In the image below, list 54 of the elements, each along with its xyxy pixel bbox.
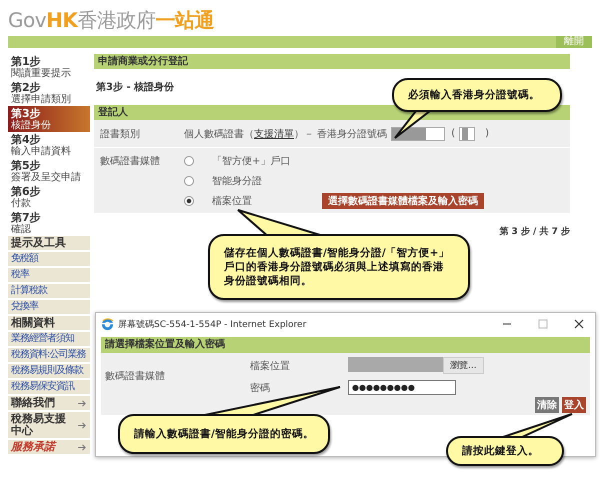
option-label: 「智方便+」戶口 bbox=[212, 154, 292, 168]
maximize-icon[interactable] bbox=[538, 319, 548, 329]
step-item[interactable]: 第7步 確認 bbox=[8, 210, 90, 236]
field-label: 密碼 bbox=[250, 382, 271, 394]
step-item[interactable]: 第3步 核證身份 bbox=[8, 106, 90, 132]
sidebar-link[interactable]: 稅務易規則及條款 bbox=[8, 364, 90, 380]
sidebar-link[interactable]: 計算稅款 bbox=[8, 284, 90, 300]
radio-button[interactable] bbox=[184, 196, 194, 206]
option-label: 檔案位置 bbox=[212, 194, 253, 208]
option-label: 智能身分證 bbox=[212, 174, 263, 188]
cert-type-text: 個人數碼證書（支援清單）－ 香港身分證號碼 bbox=[184, 128, 388, 140]
field-label: 數碼證書媒體 bbox=[105, 370, 166, 383]
close-icon[interactable] bbox=[574, 319, 584, 329]
parenthesis: ( bbox=[451, 128, 456, 139]
step-item[interactable]: 第1步 閱讀重要提示 bbox=[8, 54, 90, 80]
sidebar-link[interactable]: 業務經營者須知 bbox=[8, 332, 90, 348]
field-label: 證書類別 bbox=[100, 128, 141, 140]
sidebar-link[interactable]: 免稅額 bbox=[8, 252, 90, 268]
arrow-icon bbox=[78, 422, 87, 428]
sidebar-link[interactable]: 稅率 bbox=[8, 268, 90, 284]
sidebar-heading: 相關資料 bbox=[8, 316, 90, 332]
radio-button[interactable] bbox=[184, 176, 194, 186]
sidebar-link[interactable]: 兌換率 bbox=[8, 300, 90, 316]
step-item[interactable]: 第5步 簽署及呈交申請 bbox=[8, 158, 90, 184]
step-counter: 第 3 步 / 共 7 步 bbox=[499, 225, 570, 238]
field-label: 數碼證書媒體 bbox=[100, 154, 161, 169]
sidebar-heading: 提示及工具 bbox=[8, 236, 90, 252]
password-field[interactable]: ●●●●●●●●● bbox=[348, 380, 456, 395]
sidebar-link[interactable]: 稅務資料:公司業務 bbox=[8, 348, 90, 364]
file-path-field[interactable] bbox=[348, 357, 443, 372]
check-digit-field[interactable] bbox=[459, 126, 476, 140]
radio-button[interactable] bbox=[184, 156, 194, 166]
arrow-icon bbox=[78, 444, 87, 450]
select-file-button[interactable]: 選擇數碼證書媒體檔案及輸入密碼 bbox=[322, 192, 484, 208]
clear-button[interactable]: 清除 bbox=[535, 397, 559, 413]
callout-bubble: 必須輸入香港身分證號碼。 bbox=[392, 78, 562, 112]
parenthesis: ) bbox=[485, 128, 489, 139]
field-label: 檔案位置 bbox=[250, 360, 291, 372]
arrow-icon bbox=[78, 400, 87, 406]
browser-icon bbox=[101, 318, 114, 330]
callout-bubble: 請輸入數碼證書/智能身分證的密碼。 bbox=[118, 414, 330, 454]
step-item[interactable]: 第6步 付款 bbox=[8, 184, 90, 210]
window-title: 屏幕號碼SC-554-1-554P - Internet Explorer bbox=[118, 318, 306, 330]
step-item[interactable]: 第2步 選擇申請類別 bbox=[8, 80, 90, 106]
step-heading: 第3步 - 核證身份 bbox=[95, 80, 174, 95]
login-button[interactable]: 登入 bbox=[562, 397, 586, 413]
page-title: 申請商業或分行登記 bbox=[94, 54, 570, 69]
section-title: 請選擇檔案位置及輸入密碼 bbox=[101, 337, 590, 353]
callout-bubble: 請按此鍵登入。 bbox=[446, 436, 564, 466]
step-item[interactable]: 第4步 輸入申請資料 bbox=[8, 132, 90, 158]
support-list-link[interactable]: 支援清單 bbox=[254, 128, 294, 140]
sidebar-link[interactable]: 稅務易保安資訊 bbox=[8, 380, 90, 396]
id-number-field[interactable] bbox=[391, 126, 446, 140]
browse-button[interactable]: 瀏覽... bbox=[443, 357, 484, 374]
